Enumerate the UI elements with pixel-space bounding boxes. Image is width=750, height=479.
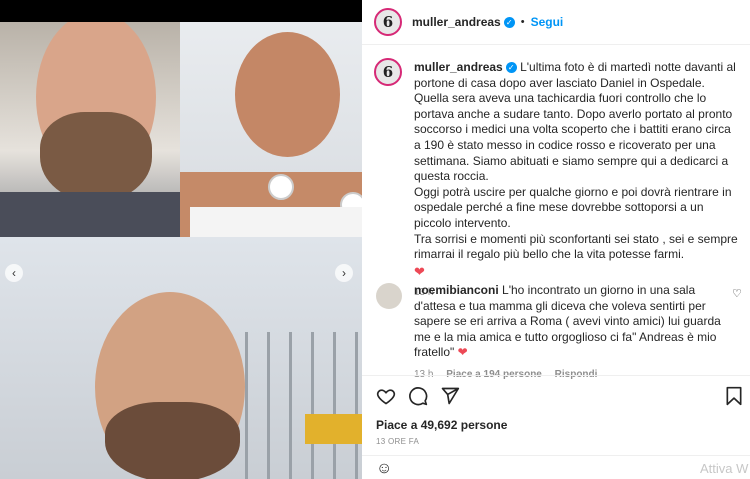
commenter-avatar[interactable]: [376, 283, 402, 309]
divider: [362, 455, 750, 456]
likes-count[interactable]: Piace a 49,692 persone: [376, 418, 507, 432]
carousel-next-icon[interactable]: ›: [335, 264, 353, 282]
username-link[interactable]: muller_andreas: [412, 15, 501, 29]
post-header: 6 muller_andreas ✓ • Segui: [362, 0, 750, 45]
avatar[interactable]: 6: [374, 8, 402, 36]
post-panel: 6 muller_andreas ✓ • Segui 6 muller_andr…: [362, 0, 750, 479]
comment-icon[interactable]: [408, 386, 428, 406]
hospital-sheet: [190, 207, 362, 237]
action-bar: [376, 386, 746, 406]
patient-face: [235, 32, 340, 157]
comment: noemibianconi L'ho incontrato un giorno …: [414, 283, 734, 383]
divider: [362, 375, 750, 376]
bookmark-icon[interactable]: [724, 386, 744, 406]
follow-button[interactable]: Segui: [531, 15, 564, 29]
emoji-icon[interactable]: ☺: [376, 460, 392, 478]
carousel-prev-icon[interactable]: ‹: [5, 264, 23, 282]
heart-outline-icon[interactable]: [376, 386, 396, 406]
caption-line: Oggi potrà uscire per qualche giorno e p…: [414, 184, 732, 230]
separator-dot: •: [520, 16, 525, 28]
caption-username[interactable]: muller_andreas: [414, 60, 503, 74]
photo-top-left: [0, 22, 180, 237]
photo-top-right: [180, 22, 362, 237]
red-heart-emoji: ❤: [414, 263, 425, 279]
beard: [40, 112, 152, 202]
windows-activation-watermark: Attiva W: [700, 461, 749, 476]
caption-line: Tra sorrisi e momenti più sconfortanti s…: [414, 231, 738, 262]
paper-plane-icon[interactable]: [440, 386, 460, 406]
red-heart-emoji: ❤: [457, 345, 468, 360]
fence: [245, 332, 362, 479]
verified-badge-icon: ✓: [505, 62, 517, 74]
post-time: 13 ORE FA: [376, 437, 420, 446]
beard: [105, 402, 240, 479]
ecg-electrode: [268, 174, 294, 200]
comment-like-icon[interactable]: ♡: [732, 287, 742, 300]
post-photo[interactable]: ‹ ›: [0, 22, 362, 479]
caption-line: L'ultima foto è di martedì notte davanti…: [414, 60, 736, 184]
suit-jacket: [0, 192, 180, 237]
verified-badge-icon: ✓: [503, 16, 515, 28]
caption-avatar[interactable]: 6: [374, 58, 402, 86]
caption: muller_andreas ✓ L'ultima foto è di marte…: [414, 60, 739, 301]
comment-username[interactable]: noemibianconi: [414, 283, 499, 297]
street-sign: [305, 414, 362, 444]
